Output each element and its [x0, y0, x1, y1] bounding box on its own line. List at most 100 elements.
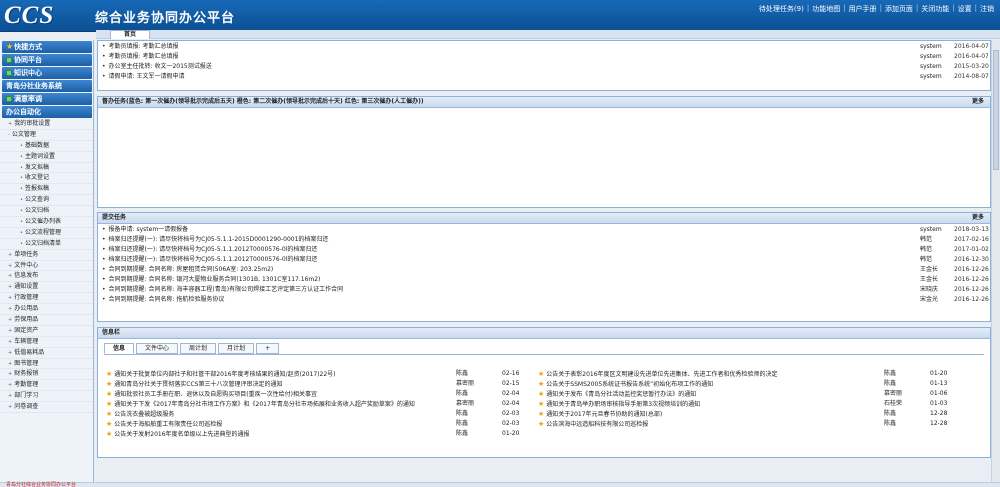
news-title[interactable]: 通知关于发布《青岛分社活动监控奖惩暂行办法》的通知 [546, 391, 696, 398]
list-item[interactable]: • 办公室主任批转: 收文一2015测试报送 system 2015-03-20 [102, 62, 990, 72]
todo-more-link[interactable]: 更多 [972, 213, 984, 223]
sidebar-item[interactable]: + 我的审批设置 [0, 119, 93, 130]
tab-week-plan[interactable]: 周计划 [180, 343, 217, 354]
news-title[interactable]: 公告关于表彰2016年度区文明建设先进单位先进集体、先进工作者和优秀检验师的决定 [546, 371, 777, 378]
sidebar-item[interactable]: + 考勤管理 [0, 380, 93, 392]
sidebar-item[interactable]: • 公文归档 [0, 206, 93, 218]
news-title[interactable]: 公告滨海中远造船科技有限公司巡检报 [546, 421, 648, 428]
sidebar-item[interactable]: • 公文流程管理 [0, 228, 93, 239]
sidebar-item[interactable]: + 固定资产 [0, 326, 93, 337]
news-title[interactable]: 通知关于青岛举办职场审核指导手册第3次视频培训的通知 [546, 401, 700, 408]
item-text[interactable]: 档案归还提醒(一): 请尽快将档号为CJ05-5.1.1.2012T000057… [109, 246, 318, 253]
tab-info[interactable]: 信息 [104, 343, 135, 354]
news-title[interactable]: 公告关于SSMS2005系统证书报告系统”初始化布项工作的通知 [546, 381, 713, 388]
sidebar-item[interactable]: + 办公用品 [0, 304, 93, 316]
sidebar-item[interactable]: + 信息发布 [0, 271, 93, 283]
sidebar-item[interactable]: • 基础数据 [0, 141, 93, 152]
news-item[interactable]: ★ 通知关于下发《2017年青岛分社市场工作方案》和《2017年青岛分社市场拓展和… [106, 399, 526, 409]
news-item[interactable]: ★ 公告关于表彰2016年度区文明建设先进单位先进集体、先进工作者和优秀检验师的决… [538, 369, 958, 379]
item-text[interactable]: 考勤员填报: 考勤汇总填报 [109, 53, 179, 60]
news-item[interactable]: ★ 通知关于2017年元旦春节协助的通知(总部) 陈鑫 12-28 [538, 409, 958, 419]
add-page-link[interactable]: 添加页面 [885, 4, 913, 14]
news-title[interactable]: 通知关于下发《2017年青岛分社市场工作方案》和《2017年青岛分社市场拓展和业… [114, 401, 415, 408]
news-item[interactable]: ★ 公告关于SSMS2005系统证书报告系统”初始化布项工作的通知 陈鑫 01-13 [538, 379, 958, 389]
news-title[interactable]: 通知青岛分社关于贯彻落实CCS第三十八次管理评审决定的通知 [114, 381, 282, 388]
sidebar-item[interactable]: • 收文登记 [0, 173, 93, 185]
function-map-link[interactable]: 功能地图 [812, 4, 840, 14]
settings-link[interactable]: 设置 [958, 4, 972, 14]
sidebar-item[interactable]: + 低值易耗品 [0, 348, 93, 359]
sidebar-item[interactable]: • 公文催办列表 [0, 217, 93, 228]
list-item[interactable]: • 考勤员填报: 考勤汇总填报 system 2016-04-07 [102, 52, 990, 62]
news-item[interactable]: ★ 公告洗衣叠被超级服务 陈鑫 02-03 [106, 409, 526, 419]
sidebar-item[interactable]: + 图书管理 [0, 359, 93, 370]
logout-link[interactable]: 注销 [980, 4, 994, 14]
list-item[interactable]: • 合同到期提醒: 合同名称: 海丰容器工程(青岛)有限公司焊接工艺评定第三方认证… [102, 285, 990, 295]
news-item[interactable]: ★ 公告关于发射2016年度名单级以上先进典型的通报 陈鑫 01-20 [106, 429, 526, 439]
list-item[interactable]: • 请假申请: 王文军一请假申请 system 2014-08-07 [102, 72, 990, 82]
scrollbar-thumb[interactable] [993, 50, 999, 170]
list-item[interactable]: • 合同到期提醒: 合同名称: 银河大厦物业服务合同(1301B, 1301C室1… [102, 275, 990, 285]
pending-tasks-link[interactable]: 待处理任务(9) [759, 4, 804, 14]
sidebar-section-knowledge[interactable]: 知识中心 [2, 67, 92, 79]
sidebar-item[interactable]: + 行政管理 [0, 293, 93, 305]
item-text[interactable]: 报备申请: system一请假报备 [109, 226, 189, 233]
item-text[interactable]: 合同到期提醒: 合同名称: 房屋租赁合同(506A室: 203.25m2) [109, 266, 274, 273]
sidebar-item[interactable]: • 主题词设置 [0, 152, 93, 163]
supervise-more-link[interactable]: 更多 [972, 97, 984, 107]
item-text[interactable]: 档案归还提醒(一): 请尽快将档号为CJ05-5.1.1-2015D000129… [109, 236, 329, 243]
news-item[interactable]: ★ 通知批驳社员工手册在职、退休以及自愿购买项目(重疾一次性给付)相关事宜 陈鑫 02… [106, 389, 526, 399]
list-item[interactable]: • 档案归还提醒(一): 请尽快将档号为CJ05-5.1.1.2012T00005… [102, 255, 990, 265]
news-item[interactable]: ★ 通知关于批复单位内部社子和社管干部2016年度考核结果的通知/赵资(2017)… [106, 369, 526, 379]
list-item[interactable]: • 档案归还提醒(一): 请尽快将档号为CJ05-5.1.1.2012T00005… [102, 245, 990, 255]
sidebar-item[interactable]: • 发文拟稿 [0, 163, 93, 174]
item-text[interactable]: 办公室主任批转: 收文一2015测试报送 [109, 63, 212, 70]
sidebar-section-satisfaction[interactable]: 满意率调 [2, 93, 92, 105]
sidebar-item[interactable]: + 通知设置 [0, 282, 93, 294]
list-item[interactable]: • 考勤员填报: 考勤汇总填报 system 2016-04-07 [102, 42, 990, 52]
sidebar-section-shortcuts[interactable]: ★ 快捷方式 [2, 41, 92, 53]
tab-add[interactable]: + [256, 343, 280, 354]
news-item[interactable]: ★ 通知青岛分社关于贯彻落实CCS第三十八次管理评审决定的通知 慕密丽 02-15 [106, 379, 526, 389]
news-item[interactable]: ★ 通知关于发布《青岛分社活动监控奖惩暂行办法》的通知 慕密丽 01-06 [538, 389, 958, 399]
tab-month-plan[interactable]: 月计划 [218, 343, 255, 354]
user-manual-link[interactable]: 用户手册 [849, 4, 877, 14]
close-function-link[interactable]: 关闭功能 [921, 4, 949, 14]
news-title[interactable]: 公告洗衣叠被超级服务 [114, 411, 174, 418]
sidebar-section-collab[interactable]: 协同平台 [2, 54, 92, 66]
vertical-scrollbar[interactable] [991, 40, 1000, 487]
list-item[interactable]: • 档案归还提醒(一): 请尽快将档号为CJ05-5.1.1-2015D00012… [102, 235, 990, 245]
sidebar-item[interactable]: + 部门学习 [0, 391, 93, 403]
sidebar-item[interactable]: + 单项任务 [0, 250, 93, 261]
sidebar-item[interactable]: + 文件中心 [0, 261, 93, 272]
sidebar-item[interactable]: • 公文归档清单 [0, 239, 93, 250]
news-title[interactable]: 公告关于海船舶重工有限责任公司巡检报 [114, 421, 222, 428]
list-item[interactable]: • 合同到期提醒: 合同名称: 拖航检验服务协议 宋金光 2016-12-26 [102, 295, 990, 305]
news-item[interactable]: ★ 公告滨海中远造船科技有限公司巡检报 陈鑫 12-28 [538, 419, 958, 429]
news-title[interactable]: 公告关于发射2016年度名单级以上先进典型的通报 [114, 431, 249, 438]
sidebar-section-office[interactable]: 办公自动化 [2, 106, 92, 118]
item-text[interactable]: 合同到期提醒: 合同名称: 拖航检验服务协议 [109, 296, 225, 303]
sidebar-item[interactable]: - 公文管理 [0, 130, 93, 141]
sidebar-item[interactable]: + 财务报销 [0, 369, 93, 381]
sidebar-item[interactable]: • 公文查询 [0, 195, 93, 207]
news-title[interactable]: 通知批驳社员工手册在职、退休以及自愿购买项目(重疾一次性给付)相关事宜 [114, 391, 317, 398]
item-text[interactable]: 合同到期提醒: 合同名称: 银河大厦物业服务合同(1301B, 1301C室11… [109, 276, 321, 283]
list-item[interactable]: • 合同到期提醒: 合同名称: 房屋租赁合同(506A室: 203.25m2) 王金… [102, 265, 990, 275]
item-text[interactable]: 请假申请: 王文军一请假申请 [109, 73, 185, 80]
sidebar-item[interactable]: + 劳保用品 [0, 315, 93, 326]
sidebar-item[interactable]: • 签报拟稿 [0, 184, 93, 196]
news-item[interactable]: ★ 通知关于青岛举办职场审核指导手册第3次视频培训的通知 石桂荣 01-03 [538, 399, 958, 409]
tab-home[interactable]: 首页 [110, 30, 150, 39]
sidebar-item[interactable]: + 车辆管理 [0, 337, 93, 348]
item-text[interactable]: 合同到期提醒: 合同名称: 海丰容器工程(青岛)有限公司焊接工艺评定第三方认证工… [109, 286, 344, 293]
news-title[interactable]: 通知关于2017年元旦春节协助的通知(总部) [546, 411, 662, 418]
list-item[interactable]: • 报备申请: system一请假报备 system 2018-03-13 [102, 225, 990, 235]
item-text[interactable]: 档案归还提醒(一): 请尽快将档号为CJ05-5.1.1.2012T000057… [109, 256, 318, 263]
sidebar-section-qingdao[interactable]: 青岛分社业务系统 [2, 80, 92, 92]
item-text[interactable]: 考勤员填报: 考勤汇总填报 [109, 43, 179, 50]
sidebar-item[interactable]: + 问卷调查 [0, 402, 93, 414]
tab-file-center[interactable]: 文件中心 [136, 343, 179, 354]
news-title[interactable]: 通知关于批复单位内部社子和社管干部2016年度考核结果的通知/赵资(2017)2… [114, 371, 335, 378]
news-item[interactable]: ★ 公告关于海船舶重工有限责任公司巡检报 陈鑫 02-03 [106, 419, 526, 429]
